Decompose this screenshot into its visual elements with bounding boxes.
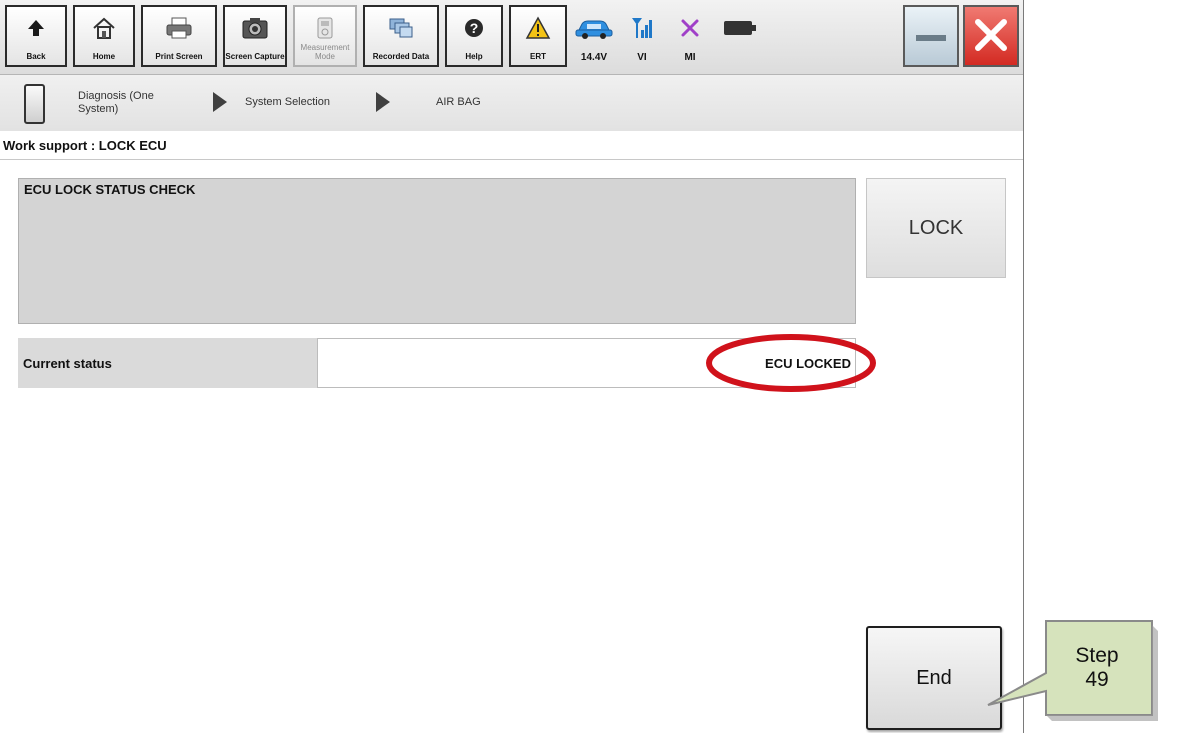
home-button-label: Home [92,52,116,61]
current-status-label: Current status [23,356,112,371]
recorded-data-label: Recorded Data [372,52,430,61]
breadcrumb-air-bag: AIR BAG [436,96,481,108]
svg-text:?: ? [470,20,479,36]
back-button-label: Back [26,52,46,61]
step-callout-line1: Step [1075,644,1119,667]
back-button[interactable]: Back [5,5,67,67]
help-label: Help [465,52,483,61]
screen-capture-button[interactable]: Screen Capture [223,5,287,67]
back-arrow-icon [7,10,65,46]
application-window: Back Home Print Screen Screen Capture Me… [0,0,1024,733]
print-screen-label: Print Screen [155,52,203,61]
mi-label: MI [684,52,696,63]
page-title: Work support : LOCK ECU [3,138,167,153]
vi-label: VI [637,52,647,63]
close-icon [965,17,1017,53]
close-button[interactable] [963,5,1019,67]
meter-icon [295,10,355,46]
ert-button[interactable]: ERT [509,5,567,67]
print-screen-button[interactable]: Print Screen [141,5,217,67]
help-icon: ? [447,10,501,46]
car-icon [570,8,618,48]
disconnected-icon [666,8,714,48]
step-callout-text: Step 49 [1046,626,1148,710]
work-support-content: ECU LOCK STATUS CHECK LOCK Current statu… [0,160,1023,733]
page-title-bar: Work support : LOCK ECU [0,131,1023,160]
lock-status-check-title: ECU LOCK STATUS CHECK [24,182,196,197]
step-callout: Step 49 [980,615,1186,725]
step-callout-line2: 49 [1085,668,1109,691]
battery-voltage-status: 14.4V [570,4,618,70]
ert-label: ERT [530,52,546,61]
camera-icon [225,10,285,46]
minimize-button[interactable] [903,5,959,67]
breadcrumb-system-selection[interactable]: System Selection [245,96,330,109]
home-icon [75,10,133,46]
minimize-icon [905,10,957,46]
breadcrumb-arrow-icon [213,92,227,112]
screen-capture-label: Screen Capture [225,52,285,61]
measurement-mode-button[interactable]: Measurement Mode [293,5,357,67]
battery-icon [716,8,764,48]
breadcrumb: Diagnosis (One System) System Selection … [0,75,1023,132]
mi-status: MI [666,4,714,70]
vi-status: VI [618,4,666,70]
lock-status-check-panel: ECU LOCK STATUS CHECK [18,178,856,324]
breadcrumb-diagnosis[interactable]: Diagnosis (One System) [78,90,188,116]
highlight-circle [706,334,876,392]
help-button[interactable]: ? Help [445,5,503,67]
battery-status [716,4,764,70]
breadcrumb-arrow-icon [376,92,390,112]
lock-button[interactable]: LOCK [866,178,1006,278]
voltage-label: 14.4V [580,52,608,63]
recorded-data-icon [365,10,437,46]
signal-icon [618,8,666,48]
toolbar: Back Home Print Screen Screen Capture Me… [0,0,1023,75]
recorded-data-button[interactable]: Recorded Data [363,5,439,67]
measurement-mode-label: Measurement Mode [300,43,350,61]
printer-icon [143,10,215,46]
home-button[interactable]: Home [73,5,135,67]
warning-icon [511,10,565,46]
consult-device-icon [24,84,45,124]
current-status-label-cell: Current status [18,338,318,388]
